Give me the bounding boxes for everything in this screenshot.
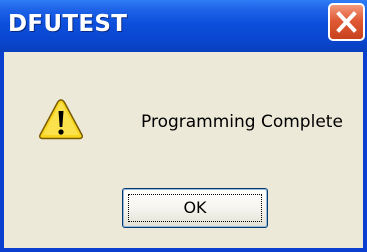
warning-icon — [39, 99, 83, 140]
window-title: DFUTEST — [8, 11, 128, 37]
title-bar[interactable]: DFUTEST — [0, 0, 367, 52]
message-box-window: DFUTEST Programming Complete OK — [0, 0, 367, 252]
close-button[interactable] — [328, 3, 365, 41]
message-text: Programming Complete — [141, 112, 343, 132]
ok-button-label: OK — [183, 198, 207, 217]
dialog-body: Programming Complete OK — [4, 52, 363, 248]
close-icon — [336, 11, 357, 33]
ok-button[interactable]: OK — [122, 188, 268, 228]
